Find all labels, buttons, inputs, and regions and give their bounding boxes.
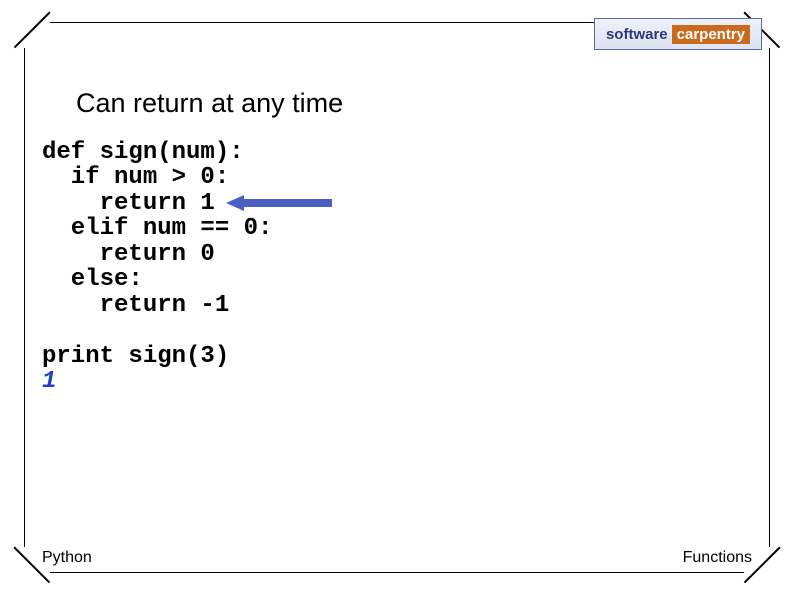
corner-tl — [14, 12, 50, 48]
arrow-shaft — [242, 199, 332, 207]
logo-word-software: software — [606, 26, 668, 43]
logo-word-carpentry: carpentry — [672, 25, 750, 44]
footer-left: Python — [42, 549, 92, 567]
output-line: 1 — [42, 368, 56, 395]
code-block: def sign(num): if num > 0: return 1 elif… — [42, 140, 272, 394]
code-line-3: return 1 — [42, 190, 215, 217]
code-line-4: elif num == 0: — [42, 215, 272, 242]
code-line-7: return -1 — [42, 292, 229, 319]
arrow-head-icon — [226, 195, 244, 211]
code-line-5: return 0 — [42, 241, 215, 268]
highlight-arrow — [226, 195, 332, 211]
software-carpentry-logo: software carpentry — [594, 18, 762, 50]
footer-right: Functions — [683, 549, 752, 567]
code-line-8: print sign(3) — [42, 343, 229, 370]
code-line-1: def sign(num): — [42, 139, 244, 166]
code-line-6: else: — [42, 266, 143, 293]
code-line-2: if num > 0: — [42, 164, 229, 191]
slide-title: Can return at any time — [76, 88, 343, 119]
